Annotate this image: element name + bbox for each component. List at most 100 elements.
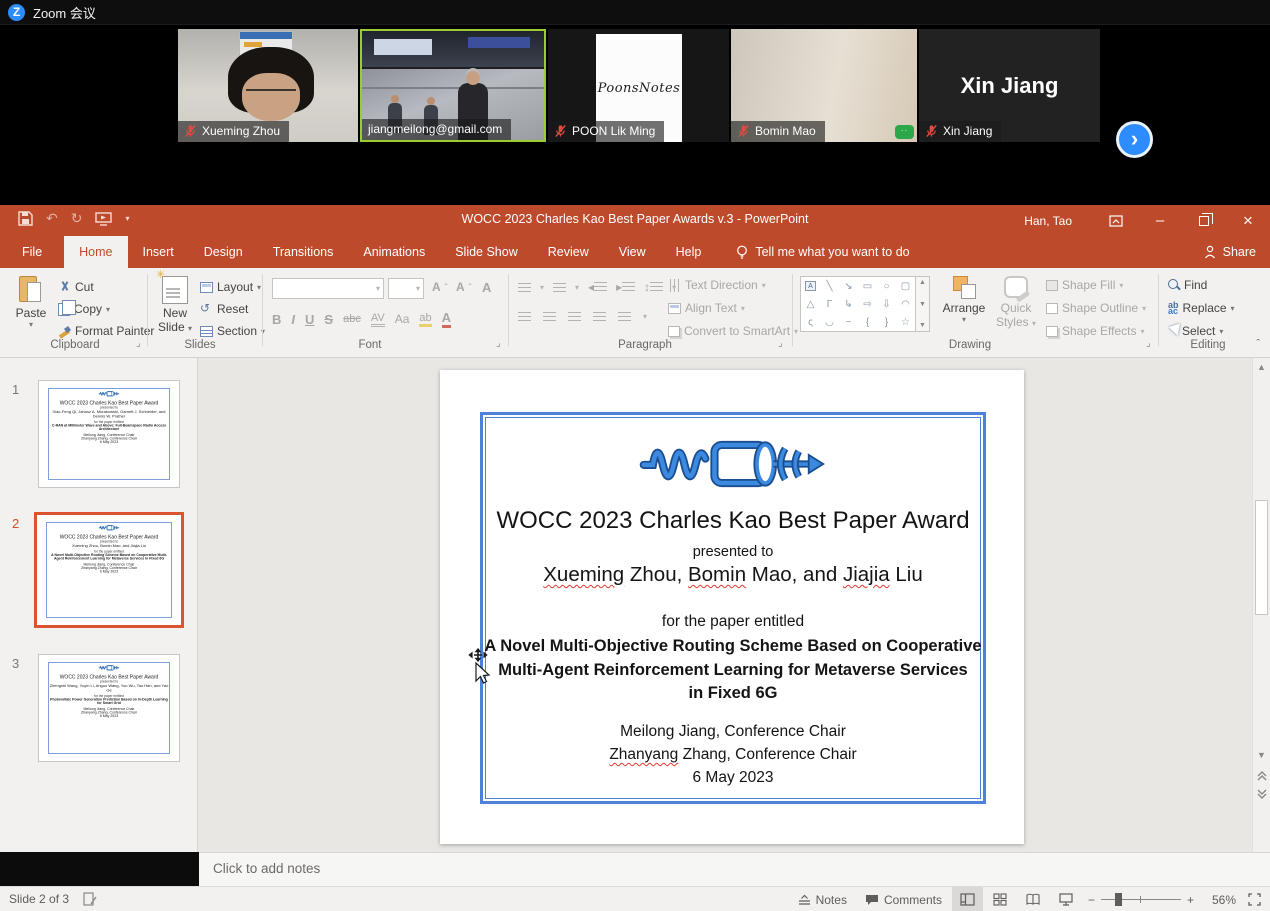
participant-tile-bomin-mao[interactable]: ·· Bomin Mao (731, 29, 917, 142)
slide-chair-1[interactable]: Meilong Jiang, Conference Chair (483, 723, 983, 741)
convert-smartart-button[interactable]: Convert to SmartArt ▾ (668, 324, 798, 338)
shape-star[interactable]: ☆ (901, 317, 910, 328)
italic-button[interactable]: I (291, 312, 295, 327)
slide-sorter-view-button[interactable] (985, 887, 1016, 911)
slide-paper-title[interactable]: A Novel Multi-Objective Routing Scheme B… (483, 635, 983, 706)
shape-line[interactable]: ╲ (826, 281, 832, 292)
shape-arrow[interactable]: ↘ (844, 281, 852, 292)
copy-button[interactable]: Copy ▾ (58, 302, 110, 316)
slide-thumbnail-1[interactable]: WOCC 2023 Charles Kao Best Paper Award p… (38, 380, 180, 488)
shape-freeform[interactable]: ~ (846, 317, 852, 328)
zoom-slider[interactable] (1101, 887, 1181, 911)
tab-file[interactable]: File (0, 236, 64, 268)
scrollbar-thumb[interactable] (1255, 500, 1268, 615)
zoom-percentage[interactable]: 56% (1200, 893, 1236, 907)
slide-border-frame[interactable]: WOCC 2023 Charles Kao Best Paper Award p… (480, 412, 986, 804)
replace-button[interactable]: abacReplace ▾ (1168, 301, 1235, 315)
cut-button[interactable]: Cut (58, 280, 94, 294)
close-button[interactable]: × (1226, 205, 1270, 236)
slide-date[interactable]: 6 May 2023 (483, 769, 983, 787)
new-slide-button[interactable]: New Slide ▾ (153, 276, 197, 334)
tab-home[interactable]: Home (64, 236, 127, 268)
shape-effects-button[interactable]: Shape Effects ▾ (1046, 324, 1145, 338)
shapes-gallery[interactable]: A ╲ ↘ ▭ ○ ▢ △ Γ ↳ ⇨ ⇩ ◠ ς ◡ ~ { } ☆ (800, 276, 916, 332)
underline-button[interactable]: U (305, 312, 314, 327)
slide-title[interactable]: WOCC 2023 Charles Kao Best Paper Award (483, 507, 983, 535)
scroll-up-icon[interactable]: ▲ (919, 279, 926, 286)
minimize-button[interactable]: – (1138, 205, 1182, 236)
shape-right-brace[interactable]: } (885, 317, 888, 328)
slide-vertical-scrollbar[interactable]: ▲ ▼ (1252, 358, 1270, 852)
shape-outline-button[interactable]: Shape Outline ▾ (1046, 301, 1146, 315)
more-shapes-icon[interactable]: ▼ (919, 322, 926, 329)
reset-button[interactable]: ↺Reset (200, 302, 248, 316)
paste-button[interactable]: Paste ▾ (10, 276, 52, 329)
scroll-down-icon[interactable]: ▼ (919, 301, 926, 308)
slide-canvas[interactable]: WOCC 2023 Charles Kao Best Paper Award p… (199, 358, 1252, 852)
section-button[interactable]: Section ▾ (200, 324, 265, 338)
slide-authors[interactable]: Xueming Zhou, Bomin Mao, and Jiajia Liu (483, 563, 983, 587)
shape-fill-button[interactable]: Shape Fill ▾ (1046, 278, 1123, 292)
shape-arc[interactable]: ◠ (901, 299, 910, 310)
shape-curve[interactable]: ◡ (825, 317, 834, 328)
tab-help[interactable]: Help (661, 236, 717, 268)
tab-slide-show[interactable]: Slide Show (440, 236, 533, 268)
arrange-button[interactable]: Arrange ▾ (938, 276, 990, 324)
font-color-button[interactable]: A (442, 310, 451, 328)
find-button[interactable]: Find (1168, 278, 1207, 292)
slideshow-view-button[interactable] (1051, 887, 1082, 911)
font-name-combobox[interactable]: ▾ (272, 278, 384, 299)
shape-scribble[interactable]: ς (808, 317, 813, 328)
shape-triangle[interactable]: △ (807, 299, 815, 310)
font-dialog-launcher[interactable]: ⌟ (496, 338, 501, 349)
align-center-button[interactable] (543, 312, 556, 321)
notes-placeholder[interactable]: Click to add notes (213, 861, 320, 876)
format-painter-button[interactable]: Format Painter (58, 324, 154, 338)
select-button[interactable]: Select ▾ (1168, 324, 1223, 338)
justify-button[interactable] (593, 312, 606, 321)
shrink-font-button[interactable]: Aˇ (456, 280, 471, 294)
align-right-button[interactable] (568, 312, 581, 321)
slide-indicator[interactable]: Slide 2 of 3 (9, 892, 69, 906)
shape-rectangle[interactable]: ▭ (863, 281, 872, 292)
slide-for-paper[interactable]: for the paper entitled (483, 613, 983, 631)
scroll-up-arrow[interactable]: ▲ (1253, 362, 1270, 372)
increase-indent-button[interactable]: ▸ (616, 280, 635, 294)
zoom-out-button[interactable]: − (1084, 887, 1099, 911)
comments-toggle-button[interactable]: Comments (857, 887, 950, 911)
layout-button[interactable]: Layout ▾ (200, 280, 261, 294)
tell-me-box[interactable]: Tell me what you want to do (736, 236, 909, 268)
tab-design[interactable]: Design (189, 236, 258, 268)
ribbon-display-options-button[interactable] (1094, 205, 1138, 236)
slide-presented-to[interactable]: presented to (483, 544, 983, 560)
bold-button[interactable]: B (272, 312, 281, 327)
fit-slide-to-window-button[interactable] (1242, 887, 1266, 911)
change-case-button[interactable]: Aa (395, 312, 410, 326)
zoom-in-button[interactable]: + (1183, 887, 1198, 911)
decrease-indent-button[interactable]: ◂ (588, 280, 607, 294)
participant-tile-jiangmeilong[interactable]: jiangmeilong@gmail.com (360, 29, 546, 142)
columns-button[interactable] (618, 312, 631, 321)
notes-toggle-button[interactable]: Notes (790, 887, 855, 911)
slide-thumbnail-2-selected[interactable]: WOCC 2023 Charles Kao Best Paper Award p… (34, 512, 184, 628)
next-participants-button[interactable]: › (1116, 121, 1153, 158)
participant-tile-xueming-zhou[interactable]: Xueming Zhou (178, 29, 358, 142)
shape-right-arrow[interactable]: ⇨ (863, 299, 871, 310)
scroll-down-arrow[interactable]: ▼ (1253, 750, 1270, 760)
shape-elbow[interactable]: Γ (827, 299, 833, 310)
strikethrough-button[interactable]: S (324, 312, 333, 327)
participant-tile-xin-jiang[interactable]: Xin Jiang Xin Jiang (919, 29, 1100, 142)
notes-pane[interactable]: Click to add notes (199, 852, 1270, 886)
text-box-shape[interactable]: A (805, 281, 816, 291)
restore-button[interactable] (1182, 205, 1226, 236)
tab-transitions[interactable]: Transitions (258, 236, 349, 268)
highlight-color-button[interactable]: ab (419, 312, 431, 327)
shape-elbow-arrow[interactable]: ↳ (844, 299, 852, 310)
grow-font-button[interactable]: Aˆ (432, 280, 447, 294)
next-slide-button[interactable] (1256, 788, 1268, 800)
normal-view-button[interactable] (952, 887, 983, 911)
tab-view[interactable]: View (604, 236, 661, 268)
clear-formatting-button[interactable]: A (482, 280, 491, 295)
shape-rounded-rectangle[interactable]: ▢ (901, 281, 910, 292)
line-spacing-button[interactable]: ↕ (644, 280, 663, 294)
